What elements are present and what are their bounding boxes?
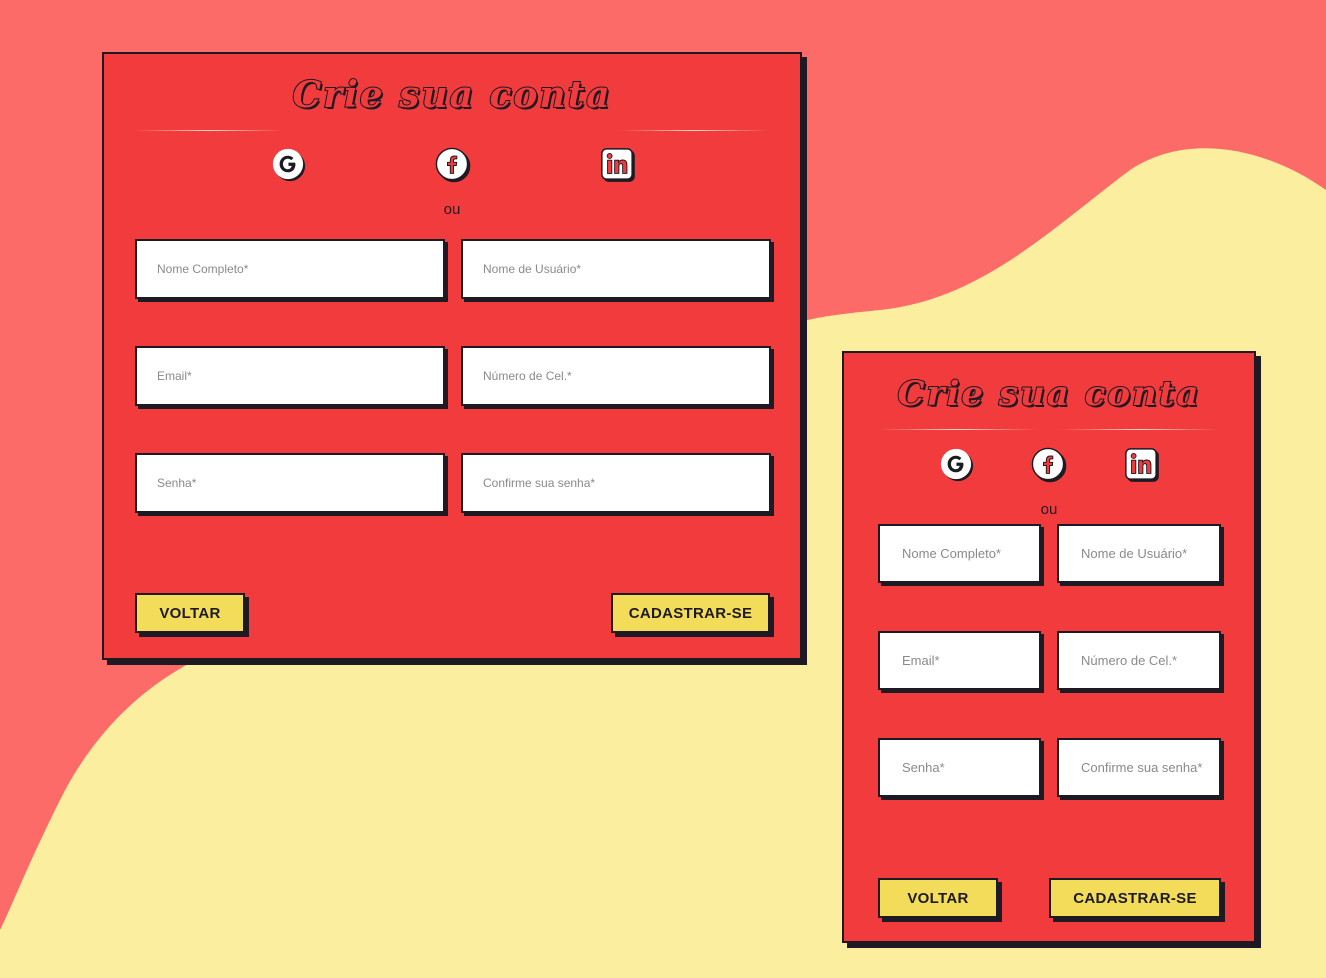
full-name-input[interactable] [880, 526, 1039, 581]
phone-input[interactable] [463, 348, 769, 404]
linkedin-login-button[interactable] [599, 146, 635, 182]
confirm-password-input[interactable] [1059, 740, 1219, 795]
linkedin-login-button[interactable] [1123, 446, 1159, 482]
divider-left [878, 429, 1038, 430]
form-title: Crie sua conta [291, 73, 612, 117]
signup-button[interactable]: CADASTRAR-SE [1049, 878, 1221, 918]
email-input[interactable] [880, 633, 1039, 688]
phone-field[interactable] [1057, 631, 1221, 690]
form-title: Crie sua conta [897, 373, 1201, 415]
separator-text: ou [1040, 501, 1058, 518]
email-field[interactable] [135, 346, 445, 406]
password-field[interactable] [135, 453, 445, 513]
facebook-login-button[interactable] [434, 146, 470, 182]
username-field[interactable] [461, 239, 771, 299]
username-field[interactable] [1057, 524, 1221, 583]
google-icon [272, 148, 304, 180]
full-name-input[interactable] [137, 241, 443, 297]
full-name-field[interactable] [135, 239, 445, 299]
password-input[interactable] [880, 740, 1039, 795]
back-button[interactable]: VOLTAR [878, 878, 998, 918]
separator-text: ou [443, 201, 461, 218]
google-login-button[interactable] [938, 446, 974, 482]
facebook-login-button[interactable] [1030, 446, 1066, 482]
confirm-password-input[interactable] [463, 455, 769, 511]
email-field[interactable] [878, 631, 1041, 690]
facebook-icon [435, 147, 469, 181]
username-input[interactable] [463, 241, 769, 297]
signup-card-mobile: Crie sua conta ou Nome Completo* Nome de… [842, 351, 1256, 943]
full-name-field[interactable] [878, 524, 1041, 583]
linkedin-icon [1125, 448, 1157, 480]
google-icon [940, 448, 972, 480]
phone-field[interactable] [461, 346, 771, 406]
username-input[interactable] [1059, 526, 1219, 581]
password-field[interactable] [878, 738, 1041, 797]
back-button[interactable]: VOLTAR [135, 593, 245, 633]
linkedin-icon [601, 148, 633, 180]
phone-input[interactable] [1059, 633, 1219, 688]
divider-left [134, 130, 284, 131]
google-login-button[interactable] [270, 146, 306, 182]
email-input[interactable] [137, 348, 443, 404]
facebook-icon [1031, 447, 1065, 481]
divider-right [1059, 429, 1219, 430]
confirm-password-field[interactable] [1057, 738, 1221, 797]
signup-button[interactable]: CADASTRAR-SE [611, 593, 770, 633]
confirm-password-field[interactable] [461, 453, 771, 513]
signup-card-desktop: Crie sua conta ou Nome Completo* Nome de… [102, 52, 802, 660]
password-input[interactable] [137, 455, 443, 511]
divider-right [619, 130, 769, 131]
